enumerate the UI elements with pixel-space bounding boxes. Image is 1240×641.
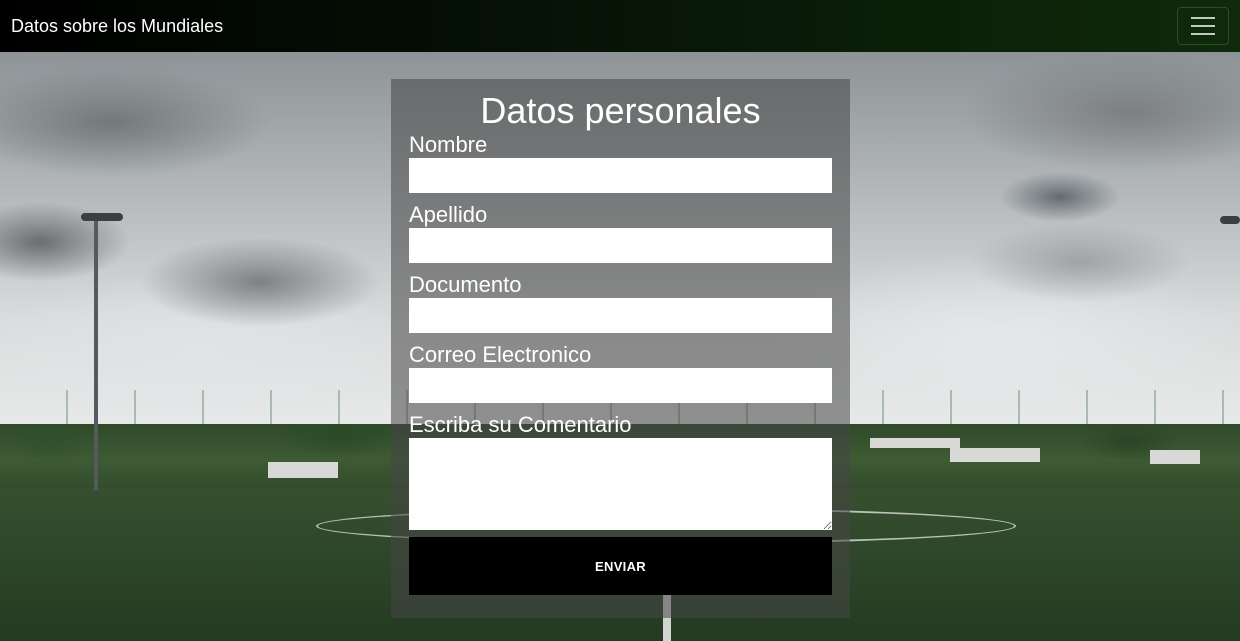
apellido-input[interactable] [409,228,832,263]
floodlight-pole [94,218,98,490]
documento-input[interactable] [409,298,832,333]
documento-label: Documento [409,272,522,297]
nombre-label: Nombre [409,132,488,157]
comment-textarea[interactable] [409,438,832,530]
hamburger-menu-icon-line [1191,33,1215,35]
building [950,448,1040,462]
form-title: Datos personales [480,90,761,131]
email-input[interactable] [409,368,832,403]
building [1150,450,1200,464]
navbar-brand[interactable]: Datos sobre los Mundiales [11,16,223,37]
navbar: Datos sobre los Mundiales [0,0,1240,52]
comment-label: Escriba su Comentario [409,412,632,437]
floodlight-lamp [1220,216,1240,224]
floodlight-lamp [81,213,123,221]
building [870,438,960,448]
email-label: Correo Electronico [409,342,592,367]
building [268,462,338,478]
hamburger-menu-icon [1191,17,1215,19]
apellido-label: Apellido [409,202,488,227]
submit-button[interactable]: ENVIAR [409,537,832,595]
nombre-input[interactable] [409,158,832,193]
navbar-toggler-button[interactable] [1177,7,1229,45]
hamburger-menu-icon-line [1191,25,1215,27]
personal-data-form: Datos personales Nombre Apellido Documen… [391,79,850,618]
